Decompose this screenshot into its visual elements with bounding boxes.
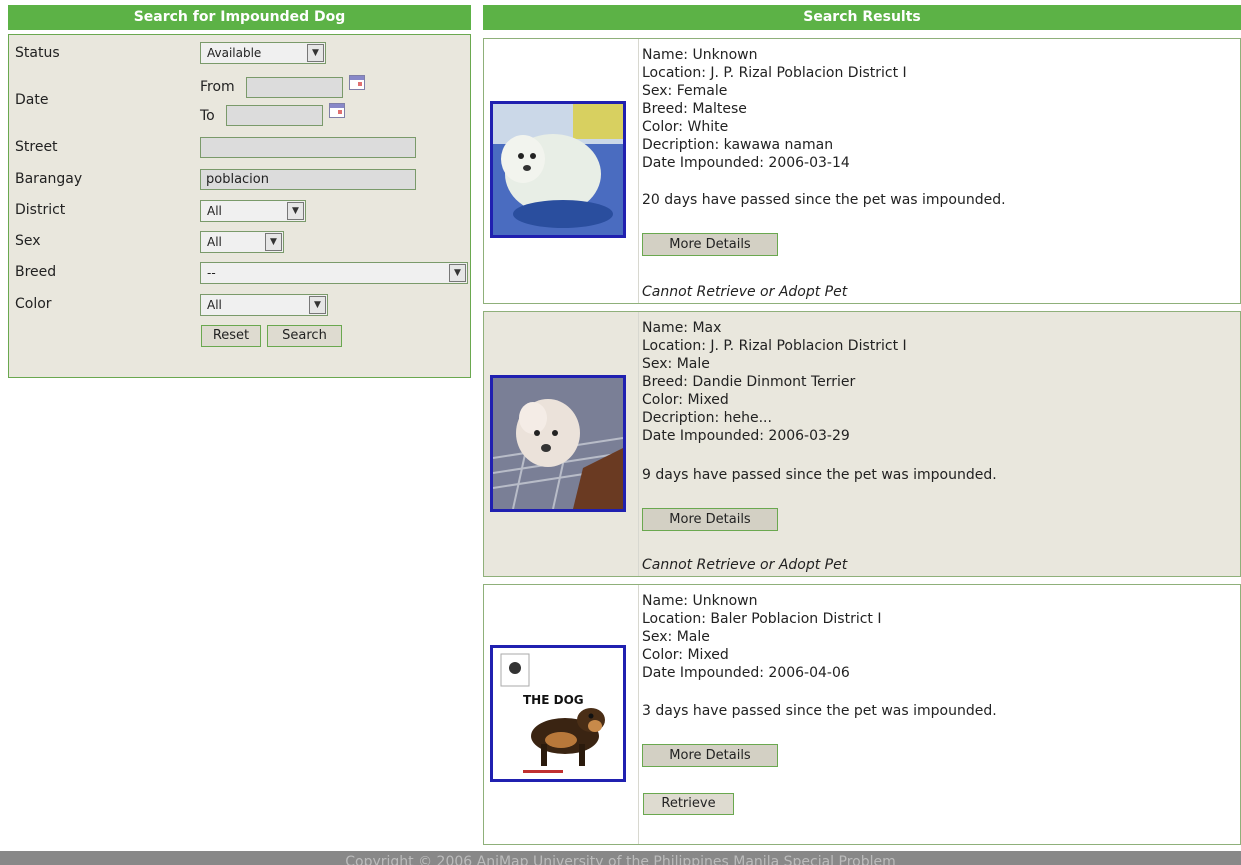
- from-label: From: [200, 79, 235, 95]
- district-select[interactable]: All ▼: [200, 200, 306, 222]
- result-card: Name: Unknown Location: J. P. Rizal Pobl…: [483, 38, 1241, 304]
- pet-sex: Sex: Female: [642, 83, 728, 99]
- pet-sex: Sex: Male: [642, 629, 710, 645]
- result-info: Name: Unknown Location: J. P. Rizal Pobl…: [642, 46, 907, 172]
- date-label: Date: [15, 92, 49, 108]
- results-panel-title: Search Results: [483, 5, 1241, 30]
- sex-select[interactable]: All ▼: [200, 231, 284, 253]
- chevron-down-icon: ▼: [287, 202, 304, 220]
- maltese-photo: [493, 104, 623, 235]
- more-details-button[interactable]: More Details: [642, 508, 778, 531]
- to-date-input[interactable]: [226, 105, 323, 126]
- barangay-input[interactable]: poblacion: [200, 169, 416, 190]
- pet-name: Name: Unknown: [642, 593, 758, 609]
- pet-breed: Breed: Dandie Dinmont Terrier: [642, 374, 856, 390]
- color-select[interactable]: All ▼: [200, 294, 328, 316]
- result-card: THE DOG Name: Unknown Location: Baler Po…: [483, 584, 1241, 845]
- pet-date-impounded: Date Impounded: 2006-04-06: [642, 665, 850, 681]
- pet-location: Location: J. P. Rizal Poblacion District…: [642, 338, 907, 354]
- more-details-button[interactable]: More Details: [642, 744, 778, 767]
- pet-name: Name: Max: [642, 320, 722, 336]
- result-card: Name: Max Location: J. P. Rizal Poblacio…: [483, 311, 1241, 577]
- pet-location: Location: J. P. Rizal Poblacion District…: [642, 65, 907, 81]
- dog-photo: THE DOG: [490, 645, 626, 782]
- street-input[interactable]: [200, 137, 416, 158]
- from-date-input[interactable]: [246, 77, 343, 98]
- to-label: To: [200, 108, 215, 124]
- dog-photo: [490, 101, 626, 238]
- pet-date-impounded: Date Impounded: 2006-03-14: [642, 155, 850, 171]
- days-impounded: 3 days have passed since the pet was imp…: [642, 703, 997, 719]
- color-label: Color: [15, 296, 52, 312]
- terrier-photo: [492, 378, 624, 510]
- street-label: Street: [15, 139, 58, 155]
- pet-location: Location: Baler Poblacion District I: [642, 611, 882, 627]
- pet-color: Color: White: [642, 119, 729, 135]
- availability-note: Cannot Retrieve or Adopt Pet: [642, 557, 848, 573]
- chevron-down-icon: ▼: [449, 264, 466, 282]
- chevron-down-icon: ▼: [309, 296, 326, 314]
- days-impounded: 20 days have passed since the pet was im…: [642, 192, 1006, 208]
- chevron-down-icon: ▼: [307, 44, 324, 62]
- result-info: Name: Unknown Location: Baler Poblacion …: [642, 592, 881, 682]
- calendar-icon[interactable]: [329, 103, 345, 118]
- status-select[interactable]: Available ▼: [200, 42, 326, 64]
- status-label: Status: [15, 45, 60, 61]
- footer-copyright: Copyright © 2006 AniMap University of th…: [0, 851, 1241, 865]
- breed-select[interactable]: -- ▼: [200, 262, 468, 284]
- reset-button[interactable]: Reset: [201, 325, 261, 347]
- pet-color: Color: Mixed: [642, 392, 729, 408]
- search-button[interactable]: Search: [267, 325, 342, 347]
- more-details-button[interactable]: More Details: [642, 233, 778, 256]
- pet-color: Color: Mixed: [642, 647, 729, 663]
- pet-date-impounded: Date Impounded: 2006-03-29: [642, 428, 850, 444]
- retrieve-button[interactable]: Retrieve: [643, 793, 734, 815]
- pet-name: Name: Unknown: [642, 47, 758, 63]
- poster-title: THE DOG: [523, 693, 584, 707]
- search-form: Status Available ▼ Date From To Street B…: [8, 34, 471, 378]
- sex-label: Sex: [15, 233, 41, 249]
- district-label: District: [15, 202, 66, 218]
- availability-note: Cannot Retrieve or Adopt Pet: [642, 284, 848, 300]
- barangay-label: Barangay: [15, 171, 83, 187]
- dog-photo: [490, 375, 626, 512]
- pet-breed: Breed: Maltese: [642, 101, 747, 117]
- result-info: Name: Max Location: J. P. Rizal Poblacio…: [642, 319, 907, 445]
- dog-poster-photo: THE DOG: [493, 648, 623, 779]
- pet-description: Decription: kawawa naman: [642, 137, 834, 153]
- chevron-down-icon: ▼: [265, 233, 282, 251]
- calendar-icon[interactable]: [349, 75, 365, 90]
- pet-description: Decription: hehe...: [642, 410, 772, 426]
- days-impounded: 9 days have passed since the pet was imp…: [642, 467, 997, 483]
- breed-label: Breed: [15, 264, 57, 280]
- pet-sex: Sex: Male: [642, 356, 710, 372]
- search-panel-title: Search for Impounded Dog: [8, 5, 471, 30]
